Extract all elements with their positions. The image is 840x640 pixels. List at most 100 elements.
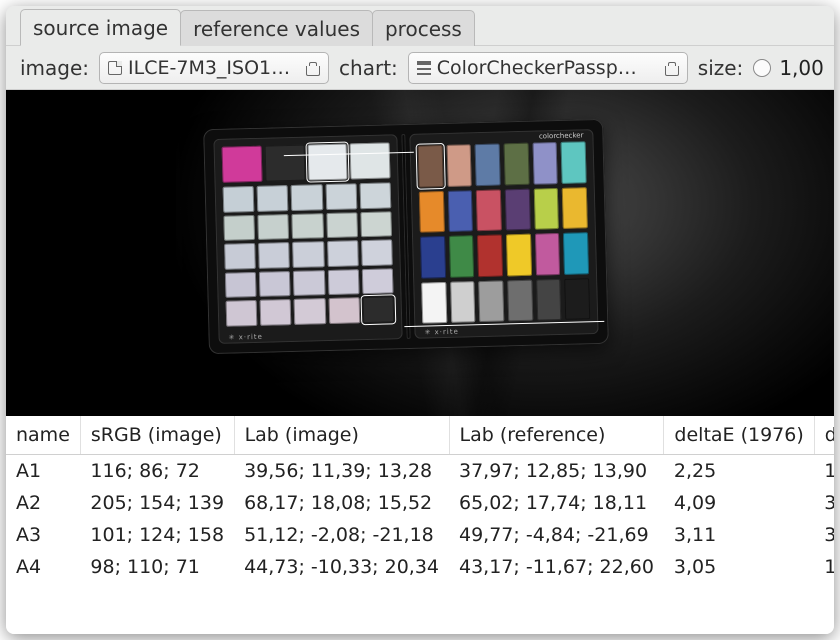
folder-open-icon xyxy=(306,66,320,76)
swatch xyxy=(361,240,393,266)
swatch xyxy=(419,191,445,233)
swatch xyxy=(561,141,587,183)
table-cell: 1,7 xyxy=(814,455,834,488)
swatch xyxy=(446,144,472,186)
table-row[interactable]: A2205; 154; 13968,17; 18,08; 15,5265,02;… xyxy=(6,487,834,519)
swatch xyxy=(447,190,473,232)
tab-label: reference values xyxy=(193,17,360,41)
chart-label: chart: xyxy=(335,56,402,80)
swatch xyxy=(421,281,447,323)
swatch xyxy=(479,280,505,322)
brand-text: ✳ x·rite xyxy=(228,333,263,342)
tab-reference-values[interactable]: reference values xyxy=(180,10,373,46)
swatch xyxy=(224,243,256,269)
swatch xyxy=(264,145,305,182)
swatch xyxy=(536,278,562,320)
swatch xyxy=(359,182,391,208)
tab-label: process xyxy=(385,17,462,41)
table-cell: 2,25 xyxy=(664,455,814,488)
table-cell: 44,73; -10,33; 20,34 xyxy=(234,551,449,583)
table-cell: A2 xyxy=(6,487,80,519)
table-row[interactable]: A498; 110; 7144,73; -10,33; 20,3443,17; … xyxy=(6,551,834,583)
brand-text: ✳ x·rite xyxy=(424,328,459,337)
chart-chooser[interactable]: ColorCheckerPassp… xyxy=(408,52,688,84)
swatch xyxy=(291,184,323,210)
col-header-de-partial[interactable]: de xyxy=(814,416,834,455)
table-cell: 49,77; -4,84; -21,69 xyxy=(449,519,664,551)
swatch xyxy=(475,144,501,186)
table-row[interactable]: A1116; 86; 7239,56; 11,39; 13,2837,97; 1… xyxy=(6,455,834,488)
image-viewport[interactable]: ✳ x·rite colorchecker ✳ x·rite xyxy=(6,90,834,416)
table-cell: 101; 124; 158 xyxy=(80,519,234,551)
swatch xyxy=(258,214,290,240)
table-cell: 3,2 xyxy=(814,519,834,551)
swatch xyxy=(449,235,475,277)
table-cell: A3 xyxy=(6,519,80,551)
folder-open-icon xyxy=(665,66,679,76)
size-value: 1,00 xyxy=(779,56,824,80)
results-table: name sRGB (image) Lab (image) Lab (refer… xyxy=(6,416,834,583)
table-cell: 51,12; -2,08; -21,18 xyxy=(234,519,449,551)
tab-source-image[interactable]: source image xyxy=(20,9,181,46)
table-cell: 43,17; -11,67; 22,60 xyxy=(449,551,664,583)
swatch xyxy=(564,278,590,320)
swatch xyxy=(328,298,360,324)
col-header-name[interactable]: name xyxy=(6,416,80,455)
table-cell: 1,9 xyxy=(814,551,834,583)
table-cell: 205; 154; 139 xyxy=(80,487,234,519)
swatch xyxy=(223,215,255,241)
table-row[interactable]: A3101; 124; 15851,12; -2,08; -21,1849,77… xyxy=(6,519,834,551)
tab-label: source image xyxy=(33,16,168,40)
swatch xyxy=(326,212,358,238)
swatch xyxy=(420,236,446,278)
swatch xyxy=(507,279,533,321)
swatch xyxy=(258,242,290,268)
col-header-srgb[interactable]: sRGB (image) xyxy=(80,416,234,455)
colorchecker-passport: ✳ x·rite colorchecker ✳ x·rite xyxy=(203,119,609,354)
tab-bar: source image reference values process xyxy=(6,6,834,46)
size-radio[interactable] xyxy=(753,59,771,77)
swatch xyxy=(350,142,391,179)
image-chooser-value: ILCE-7M3_ISO100_A… xyxy=(128,57,300,79)
table-cell: 65,02; 17,74; 18,11 xyxy=(449,487,664,519)
results-table-wrap: name sRGB (image) Lab (image) Lab (refer… xyxy=(6,416,834,634)
swatch xyxy=(362,268,394,294)
table-cell: 3,11 xyxy=(664,519,814,551)
swatch xyxy=(307,144,348,181)
swatch xyxy=(360,211,392,237)
swatch xyxy=(506,234,532,276)
col-header-lab-reference[interactable]: Lab (reference) xyxy=(449,416,664,455)
col-header-lab-image[interactable]: Lab (image) xyxy=(234,416,449,455)
app-window: source image reference values process im… xyxy=(6,6,834,634)
options-row: image: ILCE-7M3_ISO100_A… chart: ColorCh… xyxy=(6,46,834,90)
col-header-deltae-1976[interactable]: deltaE (1976) xyxy=(664,416,814,455)
swatch xyxy=(292,213,324,239)
list-icon xyxy=(417,61,431,75)
swatch xyxy=(325,183,357,209)
swatch xyxy=(223,186,255,212)
panel-title: colorchecker xyxy=(539,131,584,140)
table-cell: 116; 86; 72 xyxy=(80,455,234,488)
swatch xyxy=(504,143,530,185)
swatch xyxy=(476,189,502,231)
table-cell: 68,17; 18,08; 15,52 xyxy=(234,487,449,519)
swatch xyxy=(294,299,326,325)
swatch xyxy=(327,269,359,295)
swatch xyxy=(477,234,503,276)
image-chooser[interactable]: ILCE-7M3_ISO100_A… xyxy=(99,52,329,84)
swatch xyxy=(222,146,263,183)
swatch xyxy=(563,232,589,274)
size-label: size: xyxy=(694,56,748,80)
swatch xyxy=(293,270,325,296)
table-cell: 98; 110; 71 xyxy=(80,551,234,583)
swatch xyxy=(327,240,359,266)
table-cell: A1 xyxy=(6,455,80,488)
tab-process[interactable]: process xyxy=(372,10,475,46)
swatch xyxy=(260,299,292,325)
passport-right-panel: colorchecker ✳ x·rite xyxy=(409,129,598,339)
table-cell: 3,05 xyxy=(664,551,814,583)
swatch xyxy=(257,185,289,211)
swatch xyxy=(450,281,476,323)
swatch xyxy=(292,241,324,267)
swatch xyxy=(533,188,559,230)
